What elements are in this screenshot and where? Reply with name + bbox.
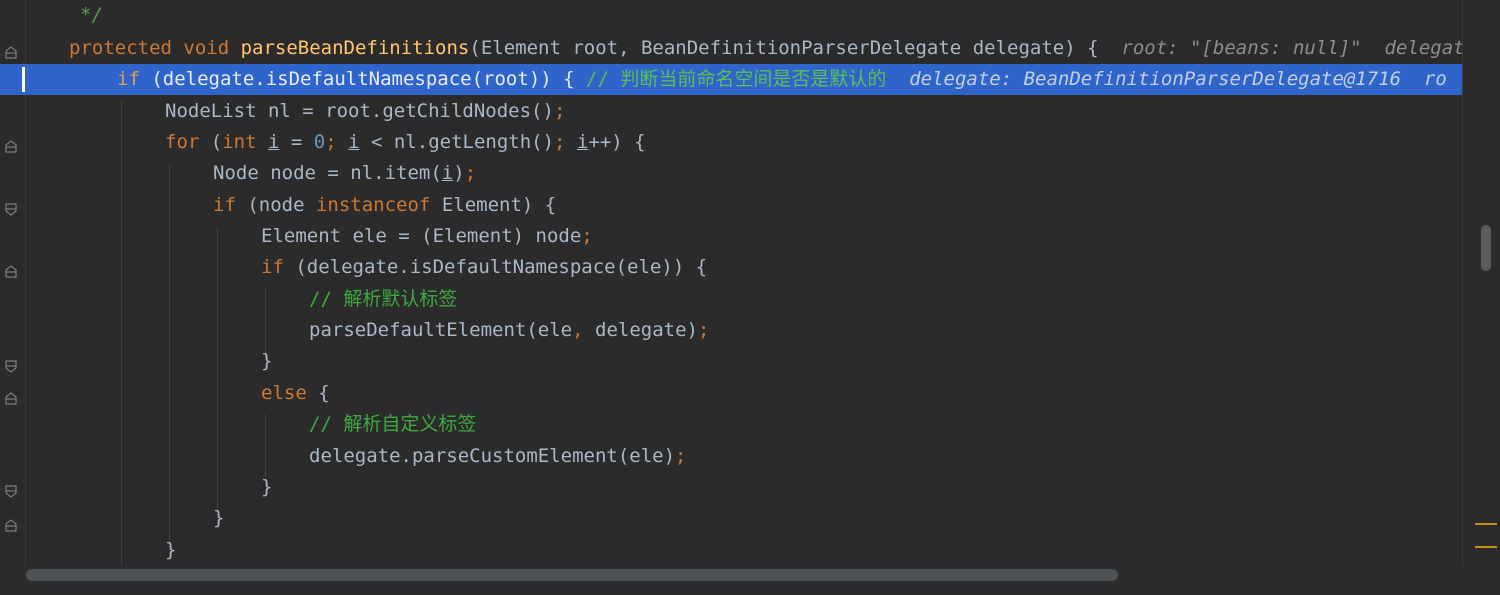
code-line[interactable]: delegate.parseCustomElement(ele); (0, 441, 1462, 472)
code-keyword: if (213, 194, 248, 216)
code-token: ( (210, 131, 223, 153)
code-keyword: void (183, 37, 241, 59)
code-keyword: ; (464, 162, 477, 184)
code-line[interactable]: for (int i = 0; i < nl.getLength(); i++)… (0, 127, 1462, 158)
code-token: { (318, 382, 330, 404)
code-line[interactable]: } (0, 535, 1462, 566)
inline-debug-value: delegate: BeanDefinitionParserDelegate@1… (909, 68, 1447, 90)
horizontal-scrollbar-thumb[interactable] (26, 569, 1118, 581)
code-token: ++) { (588, 131, 646, 153)
code-token: i (348, 131, 360, 153)
code-editor[interactable]: */protected void parseBeanDefinitions(El… (0, 0, 1500, 595)
code-line[interactable]: protected void parseBeanDefinitions(Elem… (0, 33, 1462, 64)
code-line-text: Element ele = (Element) node; (261, 221, 593, 252)
code-token: Node node = nl.item( (213, 162, 442, 184)
code-keyword: ; (581, 225, 593, 247)
code-comment: */ (80, 4, 103, 26)
code-comment: // 解析默认标签 (309, 288, 458, 310)
code-line-text: if (delegate.isDefaultNamespace(root)) {… (117, 64, 1447, 95)
code-token: i (441, 162, 454, 184)
code-line[interactable]: // 解析默认标签 (0, 284, 1462, 315)
code-keyword: for (165, 131, 211, 153)
code-keyword: ; (554, 131, 577, 153)
code-line[interactable]: } (0, 472, 1462, 503)
code-token: Element ele = (Element) node (261, 225, 582, 247)
code-token: NodeList nl = root.getChildNodes() (165, 100, 554, 122)
code-keyword: else (261, 382, 319, 404)
code-line[interactable]: if (node instanceof Element) { (0, 190, 1462, 221)
code-line[interactable]: // 解析自定义标签 (0, 409, 1462, 440)
code-comment: // 解析自定义标签 (309, 413, 477, 435)
code-keyword: protected (69, 37, 184, 59)
code-keyword: if (117, 68, 152, 90)
execution-point-marker (22, 67, 25, 92)
code-line[interactable]: else { (0, 378, 1462, 409)
code-token: ) (453, 162, 465, 184)
code-token: delegate.parseCustomElement(ele) (309, 445, 676, 467)
code-keyword: , (572, 319, 595, 341)
code-line-text: Node node = nl.item(i); (213, 158, 476, 189)
code-token: } (165, 539, 177, 561)
number-literal: 0 (313, 131, 326, 153)
code-line-text: } (261, 472, 272, 503)
code-token: Element) { (441, 194, 557, 216)
code-token: < nl.getLength() (359, 131, 555, 153)
code-line-text: delegate.parseCustomElement(ele); (309, 441, 687, 472)
code-line[interactable]: } (0, 346, 1462, 377)
inline-debug-value: root: "[beans: null]" delegate: Bea (1121, 37, 1462, 59)
code-line-text: // 解析自定义标签 (309, 409, 476, 440)
code-token: (Element root, BeanDefinitionParserDeleg… (469, 37, 1122, 59)
code-line[interactable]: NodeList nl = root.getChildNodes(); (0, 96, 1462, 127)
current-execution-line[interactable]: if (delegate.isDefaultNamespace(root)) {… (0, 64, 1462, 95)
error-stripe-marker[interactable] (1475, 523, 1497, 525)
code-line[interactable]: */ (0, 0, 1462, 31)
code-line[interactable]: if (delegate.isDefaultNamespace(ele)) { (0, 252, 1462, 283)
code-line-text: protected void parseBeanDefinitions(Elem… (69, 33, 1462, 64)
code-token: (node (247, 194, 316, 216)
code-token: parseDefaultElement(ele (309, 319, 573, 341)
code-token: } (261, 476, 273, 498)
code-line-text: else { (261, 378, 330, 409)
method-name: parseBeanDefinitions (240, 37, 470, 59)
code-keyword: ; (553, 100, 566, 122)
code-token: delegate) (595, 319, 698, 341)
code-line-text: } (165, 535, 176, 566)
code-token: } (213, 507, 225, 529)
code-line[interactable]: parseDefaultElement(ele, delegate); (0, 315, 1462, 346)
code-keyword: ; (697, 319, 710, 341)
code-line-text: for (int i = 0; i < nl.getLength(); i++)… (165, 127, 646, 158)
code-line-text: // 解析默认标签 (309, 284, 457, 315)
code-token: = (279, 131, 314, 153)
code-line-text: */ (80, 0, 103, 31)
code-token: i (267, 131, 280, 153)
code-line-text: } (213, 503, 224, 534)
code-token: } (261, 350, 273, 372)
code-line-text: NodeList nl = root.getChildNodes(); (165, 96, 565, 127)
code-token: i (576, 131, 589, 153)
code-comment: // 判断当前命名空间是否是默认的 (586, 68, 910, 90)
code-line-text: } (261, 346, 272, 377)
code-line-text: if (node instanceof Element) { (213, 190, 556, 221)
code-keyword: ; (675, 445, 687, 467)
code-keyword: instanceof (315, 194, 442, 216)
code-line-text: if (delegate.isDefaultNamespace(ele)) { (261, 252, 707, 283)
code-line-text: parseDefaultElement(ele, delegate); (309, 315, 709, 346)
code-area[interactable]: */protected void parseBeanDefinitions(El… (0, 0, 1462, 566)
error-stripe-marker[interactable] (1475, 546, 1497, 548)
code-keyword: ; (325, 131, 349, 153)
code-keyword: int (222, 131, 268, 153)
code-token: (delegate.isDefaultNamespace(ele)) { (295, 256, 708, 278)
vertical-scrollbar-thumb[interactable] (1481, 225, 1491, 271)
code-keyword: if (261, 256, 296, 278)
code-token: (delegate.isDefaultNamespace(root)) { (151, 68, 587, 90)
code-line[interactable]: Node node = nl.item(i); (0, 158, 1462, 189)
code-line[interactable]: } (0, 503, 1462, 534)
vertical-scrollbar[interactable] (1462, 0, 1500, 566)
code-line[interactable]: Element ele = (Element) node; (0, 221, 1462, 252)
